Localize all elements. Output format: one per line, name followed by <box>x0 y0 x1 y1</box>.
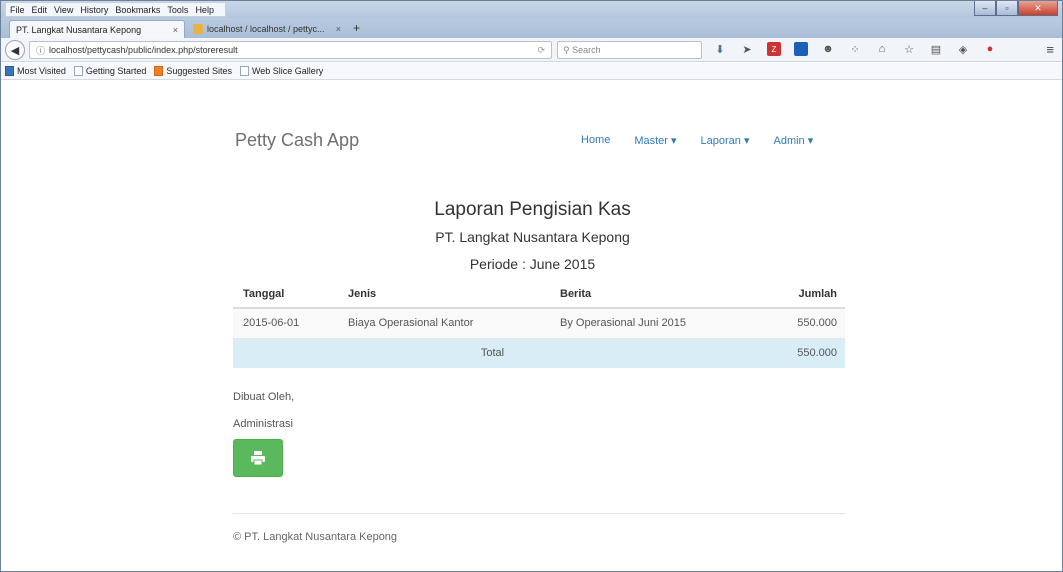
menu-edit[interactable]: Edit <box>32 5 48 15</box>
column-header-jumlah: Jumlah <box>750 280 845 309</box>
favicon-icon <box>193 24 203 34</box>
bookmark-getting-started[interactable]: Getting Started <box>73 66 147 76</box>
tab-strip: PT. Langkat Nusantara Kepong × localhost… <box>1 18 1062 38</box>
bookmark-most-visited[interactable]: Most Visited <box>5 66 66 76</box>
bookmark-label: Web Slice Gallery <box>251 66 324 76</box>
close-tab-icon[interactable]: × <box>173 25 178 35</box>
report-title: Laporan Pengisian Kas <box>434 199 631 220</box>
toolbar-icons: ⬇ ➤ Z ☻ ⁘ ⌂ ☆ ▤ ◈ ● <box>713 42 1010 56</box>
signed-by-label: Dibuat Oleh, <box>233 391 295 403</box>
bookmark-label: Suggested Sites <box>166 66 232 76</box>
column-header-berita: Berita <box>550 280 750 309</box>
table-header-row: Tanggal Jenis Berita Jumlah <box>233 280 845 309</box>
app-brand[interactable]: Petty Cash App <box>235 130 359 151</box>
tab-phpmyadmin[interactable]: localhost / localhost / pettyc... × <box>187 20 347 38</box>
signer-name: Administrasi <box>233 418 293 430</box>
menu-bookmarks[interactable]: Bookmarks <box>115 5 160 15</box>
page-icon <box>239 66 249 76</box>
nav-admin[interactable]: Admin ▾ <box>774 134 814 147</box>
cell-jumlah: 550.000 <box>750 307 845 338</box>
cell-berita: By Operasional Juni 2015 <box>550 307 750 338</box>
bookmarks-bar: Most Visited Getting Started Suggested S… <box>1 63 1062 80</box>
page-icon <box>73 66 83 76</box>
page-content: Petty Cash App Home Master ▾ Laporan ▾ A… <box>1 81 1062 571</box>
site-identity-icon[interactable]: ⓘ <box>36 44 45 57</box>
download-icon[interactable]: ⬇ <box>713 42 727 56</box>
report-company: PT. Langkat Nusantara Kepong <box>435 229 630 245</box>
bookmark-web-slice-gallery[interactable]: Web Slice Gallery <box>239 66 324 76</box>
total-value: 550.000 <box>750 337 845 368</box>
column-header-jenis: Jenis <box>338 280 550 309</box>
footer-divider <box>233 513 845 514</box>
column-header-tanggal: Tanggal <box>233 280 338 309</box>
addon-red-circle-icon[interactable]: ● <box>983 42 997 56</box>
bookmark-star-icon <box>5 66 14 76</box>
bookmark-list-icon[interactable]: ▤ <box>929 42 943 56</box>
print-button[interactable] <box>233 439 283 477</box>
maximize-button[interactable]: ▫ <box>996 1 1018 16</box>
minimize-button[interactable]: – <box>974 1 996 16</box>
star-icon[interactable]: ☆ <box>902 42 916 56</box>
search-placeholder: Search <box>572 45 601 55</box>
url-bar[interactable]: ⓘ localhost/pettycash/public/index.php/s… <box>29 41 552 59</box>
title-bar: File Edit View History Bookmarks Tools H… <box>1 1 1062 18</box>
send-icon[interactable]: ➤ <box>740 42 754 56</box>
home-icon[interactable]: ⌂ <box>875 42 889 56</box>
menu-help[interactable]: Help <box>195 5 214 15</box>
addon-grid-icon[interactable]: ⁘ <box>848 42 862 56</box>
bookmark-label: Getting Started <box>85 66 147 76</box>
tab-title: localhost / localhost / pettyc... <box>207 24 325 34</box>
print-icon <box>251 451 265 465</box>
reload-icon[interactable]: ⟳ <box>537 45 545 56</box>
addon-icon[interactable]: ☻ <box>821 42 835 56</box>
back-button[interactable]: ◀ <box>5 40 25 60</box>
report-period: Periode : June 2015 <box>469 256 596 272</box>
table-row: 2015-06-01 Biaya Operasional Kantor By O… <box>233 307 845 338</box>
menu-bar: File Edit View History Bookmarks Tools H… <box>5 2 226 17</box>
browser-window: File Edit View History Bookmarks Tools H… <box>0 0 1063 572</box>
addon-blue-icon[interactable] <box>794 42 808 56</box>
close-tab-icon[interactable]: × <box>336 24 341 34</box>
url-text: localhost/pettycash/public/index.php/sto… <box>49 45 238 55</box>
nav-home[interactable]: Home <box>581 134 610 147</box>
pocket-icon[interactable]: ◈ <box>956 42 970 56</box>
addon-red-icon[interactable]: Z <box>767 42 781 56</box>
menu-view[interactable]: View <box>54 5 73 15</box>
nav-master[interactable]: Master ▾ <box>634 134 676 147</box>
report-table: Tanggal Jenis Berita Jumlah 2015-06-01 B… <box>233 280 845 368</box>
close-window-button[interactable]: ✕ <box>1018 1 1058 16</box>
total-row: Total 550.000 <box>233 337 845 368</box>
total-label: Total <box>233 337 750 368</box>
nav-laporan[interactable]: Laporan ▾ <box>701 134 750 147</box>
bookmark-label: Most Visited <box>17 66 66 76</box>
bookmark-suggested-sites[interactable]: Suggested Sites <box>154 66 232 76</box>
menu-history[interactable]: History <box>80 5 108 15</box>
menu-icon[interactable]: ≡ <box>1046 42 1054 57</box>
window-controls: – ▫ ✕ <box>974 1 1058 16</box>
tab-title: PT. Langkat Nusantara Kepong <box>16 24 142 35</box>
tab-report[interactable]: PT. Langkat Nusantara Kepong × <box>9 20 185 38</box>
cell-tanggal: 2015-06-01 <box>233 307 338 338</box>
footer-text: © PT. Langkat Nusantara Kepong <box>233 531 398 543</box>
navigation-toolbar: ◀ ⓘ localhost/pettycash/public/index.php… <box>1 38 1062 62</box>
suggested-sites-icon <box>154 66 164 76</box>
menu-tools[interactable]: Tools <box>167 5 188 15</box>
new-tab-button[interactable]: + <box>353 21 360 35</box>
search-icon: ⚲ <box>563 44 573 55</box>
search-input[interactable]: ⚲ Search <box>557 41 702 59</box>
menu-file[interactable]: File <box>10 5 25 15</box>
cell-jenis: Biaya Operasional Kantor <box>338 307 550 338</box>
app-nav: Home Master ▾ Laporan ▾ Admin ▾ <box>581 134 837 147</box>
